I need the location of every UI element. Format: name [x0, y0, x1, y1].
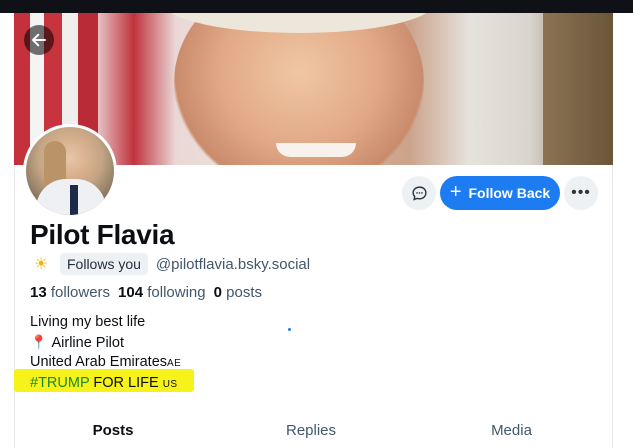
bio-line-4-text: FOR LIFE: [89, 374, 163, 391]
following-stat[interactable]: 104 following: [118, 284, 206, 301]
bio-line-1: Living my best life: [30, 314, 146, 330]
posts-count: 0: [213, 284, 222, 301]
followers-stat[interactable]: 13 followers: [30, 284, 110, 301]
follow-back-label: Follow Back: [468, 185, 551, 201]
profile-handle[interactable]: @pilotflavia.bsky.social: [156, 256, 310, 273]
us-flag-letters: US: [162, 378, 178, 390]
stray-dot: [288, 328, 291, 331]
display-name: Pilot Flavia: [30, 219, 175, 250]
posts-stat: 0 posts: [214, 284, 262, 301]
followers-count: 13: [30, 284, 47, 301]
follow-back-button[interactable]: + Follow Back: [440, 176, 560, 210]
following-count: 104: [118, 284, 144, 301]
trump-hashtag-link[interactable]: #TRUMP: [30, 375, 89, 391]
right-border: [612, 165, 613, 412]
ellipsis-icon: •••: [571, 184, 591, 201]
bio-line-2-text: Airline Pilot: [51, 334, 124, 351]
follows-you-badge: Follows you: [60, 253, 148, 275]
handle-row: ☀ Follows you @pilotflavia.bsky.social: [30, 253, 310, 275]
tab-posts[interactable]: Posts: [15, 412, 211, 448]
plus-icon: +: [449, 181, 462, 203]
bio-line-4: #TRUMP FOR LIFE US: [30, 374, 181, 395]
profile-bio: Living my best life 📍 Airline Pilot Unit…: [30, 313, 181, 394]
ae-flag-letters: AE: [167, 358, 182, 369]
arrow-left-icon: [32, 33, 46, 47]
bio-line-2: 📍 Airline Pilot: [30, 333, 181, 354]
followers-label: followers: [50, 284, 111, 301]
profile-tabs: Posts Replies Media: [14, 412, 613, 448]
browser-top-strip: [0, 0, 633, 13]
posts-label: posts: [226, 284, 262, 301]
profile-stats: 13 followers 104 following 0 posts: [30, 284, 262, 301]
following-label: following: [147, 284, 206, 301]
chat-bubble-icon: [411, 185, 427, 201]
avatar[interactable]: [23, 124, 117, 218]
tab-replies[interactable]: Replies: [211, 412, 411, 448]
tab-media[interactable]: Media: [411, 412, 612, 448]
bio-line-3-text: United Arab Emirates: [30, 354, 168, 370]
round-pushpin-icon: 📍: [30, 333, 48, 350]
back-button[interactable]: [24, 25, 54, 55]
sun-behind-cloud-icon: ☀: [33, 256, 49, 273]
more-options-button[interactable]: •••: [564, 176, 598, 210]
message-button[interactable]: [402, 176, 436, 210]
bio-line-3: United Arab EmiratesAE: [30, 353, 181, 374]
